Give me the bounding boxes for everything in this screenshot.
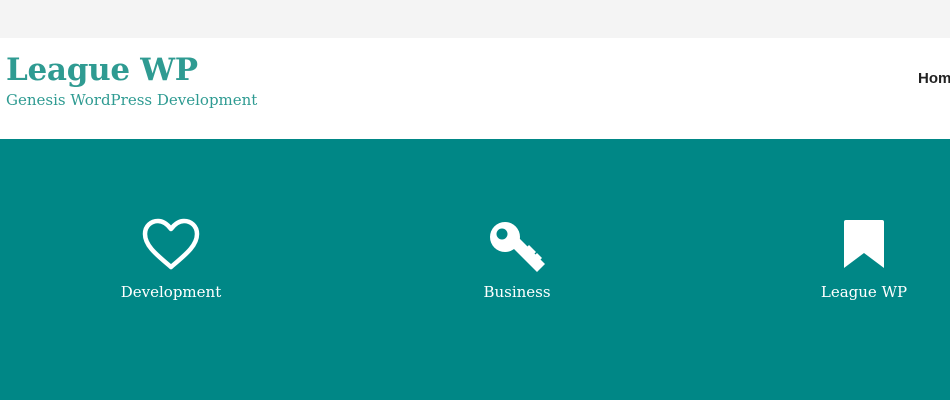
site-tagline: Genesis WordPress Development xyxy=(6,91,258,109)
feature-label-business: Business xyxy=(483,283,551,301)
top-strip xyxy=(0,0,950,38)
heart-icon xyxy=(142,218,200,270)
feature-league-wp[interactable]: League WP xyxy=(764,217,950,302)
bookmark-icon xyxy=(844,220,884,268)
main-nav: Home xyxy=(918,70,950,92)
feature-business[interactable]: Business xyxy=(417,217,617,302)
site-header: League WP Genesis WordPress Development … xyxy=(0,38,950,139)
feature-label-development: Development xyxy=(120,283,222,301)
nav-item-home[interactable]: Home xyxy=(918,70,950,88)
hero-section: Development Business League WP xyxy=(0,139,950,400)
key-icon xyxy=(490,222,545,272)
feature-development[interactable]: Development xyxy=(71,217,271,302)
feature-label-league-wp: League WP xyxy=(820,283,908,301)
site-title[interactable]: League WP xyxy=(6,52,198,88)
